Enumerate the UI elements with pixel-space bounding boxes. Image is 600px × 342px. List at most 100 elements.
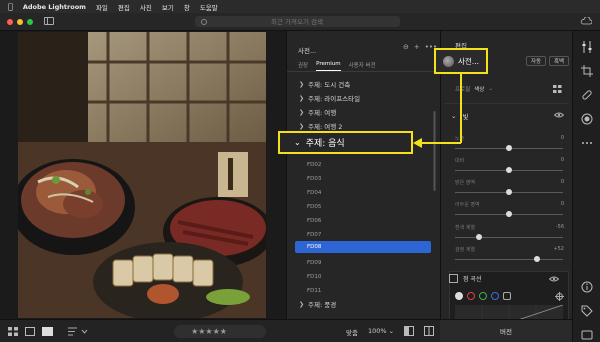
shadows-slider[interactable] <box>455 211 563 217</box>
parametric-curve-button[interactable] <box>503 292 511 300</box>
tab-recommended[interactable]: 권장 <box>298 61 308 71</box>
preset-item[interactable]: FD06 <box>307 218 321 224</box>
profile-selector[interactable]: 프로필 색상 ⌄ <box>455 85 493 93</box>
preset-group[interactable]: ❯ 주제: 라이프스타일 <box>299 93 361 104</box>
edit-sliders-icon[interactable] <box>581 41 593 53</box>
healing-icon[interactable] <box>581 89 593 101</box>
preset-group-label: 주제: 라이프스타일 <box>308 95 361 103</box>
menu-view[interactable]: 보기 <box>162 2 174 12</box>
preset-item[interactable]: FD04 <box>307 190 321 196</box>
slider-value[interactable]: 0 <box>561 179 564 185</box>
eye-icon[interactable] <box>549 276 559 282</box>
collapse-all-icon[interactable]: ⊖ <box>403 43 409 51</box>
version-button[interactable]: 버전 <box>440 319 572 342</box>
slider-value[interactable]: +52 <box>553 246 564 252</box>
channel-green-button[interactable] <box>479 292 487 300</box>
profile-browser-icon[interactable] <box>553 85 562 93</box>
exposure-slider[interactable] <box>455 145 563 151</box>
chevron-down-icon: ⌄ <box>488 86 493 92</box>
menu-window[interactable]: 창 <box>184 2 190 12</box>
preset-item[interactable]: FD09 <box>307 260 321 266</box>
star-rating[interactable]: ★★★★★ <box>174 325 266 338</box>
point-curve-header[interactable]: 점 곡선 <box>449 274 481 283</box>
zoom-value: 100% <box>368 327 387 335</box>
presets-scrollbar[interactable] <box>433 71 436 317</box>
chevron-right-icon: ❯ <box>299 122 305 130</box>
slider-thumb[interactable] <box>475 234 482 240</box>
preset-item[interactable]: FD07 <box>307 232 321 238</box>
minimize-window-button[interactable] <box>17 19 23 25</box>
slider-value[interactable]: 0 <box>561 157 564 163</box>
slider-thumb[interactable] <box>506 145 512 151</box>
add-preset-icon[interactable]: + <box>414 43 420 51</box>
menu-file[interactable]: 파일 <box>96 2 108 12</box>
presets-button[interactable]: 사전... <box>434 48 488 74</box>
masking-icon[interactable] <box>581 113 593 125</box>
sidebar-toggle-icon[interactable] <box>44 17 54 25</box>
menu-app-name[interactable]: Adobe Lightroom <box>23 3 86 11</box>
filmstrip-view-icon[interactable] <box>25 327 35 336</box>
more-options-icon[interactable] <box>581 137 593 149</box>
slider-thumb[interactable] <box>506 211 512 217</box>
apple-icon[interactable]:  <box>8 2 13 11</box>
close-window-button[interactable] <box>7 19 13 25</box>
highlights-slider[interactable] <box>455 189 563 195</box>
slider-thumb[interactable] <box>534 256 541 262</box>
fit-label[interactable]: 맞춤 <box>346 327 358 337</box>
menu-edit[interactable]: 편집 <box>118 2 130 12</box>
preset-item[interactable]: FD02 <box>307 162 321 168</box>
blacks-slider[interactable] <box>455 256 563 262</box>
preset-item[interactable]: FD03 <box>307 176 321 182</box>
preset-group[interactable]: ❯ 주제: 도시 건축 <box>299 79 351 90</box>
search-bar[interactable] <box>195 16 400 27</box>
preset-item[interactable]: FD11 <box>307 288 321 294</box>
slider-value[interactable]: -56 <box>556 224 564 230</box>
light-section-header[interactable]: ⌄ 빛 <box>451 111 468 121</box>
light-section-title: 빛 <box>462 113 469 121</box>
preset-item-selected[interactable]: FD08 <box>295 241 431 253</box>
menu-help[interactable]: 도움말 <box>200 2 218 12</box>
rating-stars[interactable]: ★★★★★ <box>191 327 227 336</box>
menu-photo[interactable]: 사진 <box>140 2 152 12</box>
activity-icon[interactable] <box>581 329 593 341</box>
preset-group-open[interactable]: ⌄ 주제: 음식 <box>278 131 413 154</box>
sort-icon[interactable] <box>68 327 88 336</box>
zoom-level[interactable]: 100% ⌄ <box>368 327 394 335</box>
presets-button-label: 사전... <box>458 56 479 66</box>
chevron-down-icon: ⌄ <box>388 327 395 335</box>
channel-red-button[interactable] <box>467 292 475 300</box>
preset-group[interactable]: ❯ 주제: 여행 <box>299 107 336 118</box>
grid-view-icon[interactable] <box>8 327 18 336</box>
tab-user[interactable]: 사용자 버전 <box>349 61 376 71</box>
detail-view-icon[interactable] <box>42 327 53 336</box>
channel-blue-button[interactable] <box>491 292 499 300</box>
zoom-window-button[interactable] <box>27 19 33 25</box>
compare-icon[interactable] <box>404 326 414 336</box>
keyword-tag-icon[interactable] <box>581 305 593 317</box>
auto-button[interactable]: 자동 <box>526 56 546 66</box>
slider-thumb[interactable] <box>506 189 512 195</box>
cloud-icon[interactable] <box>580 17 592 25</box>
tab-premium[interactable]: Premium <box>316 61 341 71</box>
food-photo[interactable] <box>18 32 266 318</box>
preset-group[interactable]: ❯ 주제: 여행 2 <box>299 121 342 132</box>
whites-slider[interactable] <box>455 234 563 240</box>
eye-icon[interactable] <box>554 112 564 118</box>
info-icon[interactable] <box>581 281 593 293</box>
before-after-icon[interactable] <box>424 326 434 336</box>
preset-item-label: FD08 <box>307 244 322 250</box>
preset-group[interactable]: ❯ 주제: 풍경 <box>299 299 336 310</box>
preset-item[interactable]: FD10 <box>307 274 321 280</box>
search-input[interactable] <box>271 17 381 26</box>
contrast-slider[interactable] <box>455 167 563 173</box>
black-white-button[interactable]: 흑백 <box>549 56 569 66</box>
crop-icon[interactable] <box>581 65 593 77</box>
preset-item[interactable]: FD05 <box>307 204 321 210</box>
slider-value[interactable]: 0 <box>561 135 564 141</box>
slider-value[interactable]: 0 <box>561 201 564 207</box>
target-adjust-icon[interactable] <box>555 292 564 301</box>
preset-group-label: 주제: 도시 건축 <box>308 81 351 89</box>
tool-strip <box>572 31 600 342</box>
slider-thumb[interactable] <box>506 167 512 173</box>
channel-rgb-button[interactable] <box>455 292 463 300</box>
